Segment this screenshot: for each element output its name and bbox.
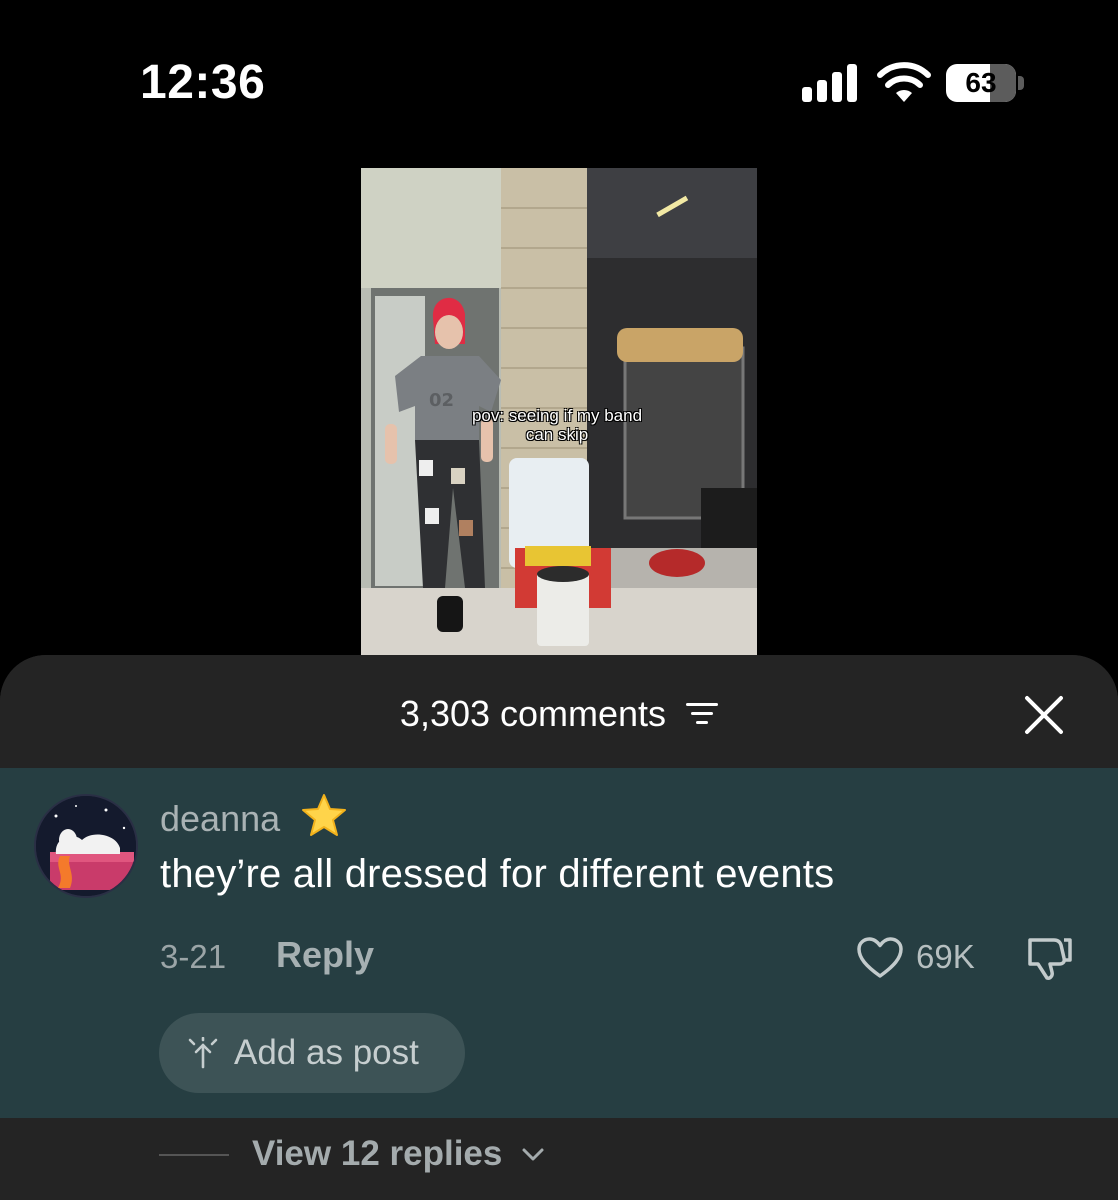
reply-button[interactable]: Reply: [276, 934, 374, 976]
comments-count-button[interactable]: 3,303 comments: [0, 691, 1118, 735]
video-caption-line: can skip: [525, 425, 589, 444]
video-caption: pov: seeing if my band can skip: [447, 406, 667, 444]
comment-text: they’re all dressed for different events: [160, 852, 835, 896]
heart-icon[interactable]: [856, 936, 904, 980]
status-bar: 12:36 63: [0, 0, 1118, 160]
dislike-icon[interactable]: [1024, 934, 1076, 982]
close-icon[interactable]: [1022, 693, 1066, 737]
view-replies-row[interactable]: View 12 replies: [0, 1118, 1118, 1200]
signal-icon: [802, 64, 860, 102]
comment-username[interactable]: deanna: [160, 798, 280, 840]
avatar[interactable]: [34, 794, 138, 898]
view-replies-button[interactable]: View 12 replies: [252, 1134, 502, 1174]
comment-date: 3-21: [160, 938, 227, 975]
video-thumbnail[interactable]: 02 pov: seeing if my band can skip: [361, 168, 757, 656]
comments-count: 3,303 comments: [399, 693, 667, 735]
comment-item[interactable]: deanna they’re all dressed for different…: [0, 768, 1118, 1118]
replies-divider: [159, 1154, 229, 1156]
chevron-down-icon[interactable]: [520, 1144, 546, 1164]
avatar-image: [36, 796, 136, 896]
battery-icon: 63: [946, 64, 1024, 102]
star-icon: [302, 794, 346, 836]
battery-percent: 63: [965, 67, 997, 98]
add-as-post-button[interactable]: Add as post: [159, 1013, 465, 1093]
comments-sheet: 3,303 comments deanna they’re all dresse…: [0, 655, 1118, 1200]
filter-icon[interactable]: [686, 701, 719, 727]
like-count: 69K: [916, 938, 975, 975]
comments-header: 3,303 comments: [0, 655, 1118, 768]
add-post-icon: [188, 1037, 218, 1069]
status-time: 12:36: [140, 56, 266, 109]
add-as-post-label: Add as post: [234, 1033, 419, 1072]
video-caption-line: pov: seeing if my band: [471, 406, 643, 425]
wifi-icon: [877, 62, 931, 102]
